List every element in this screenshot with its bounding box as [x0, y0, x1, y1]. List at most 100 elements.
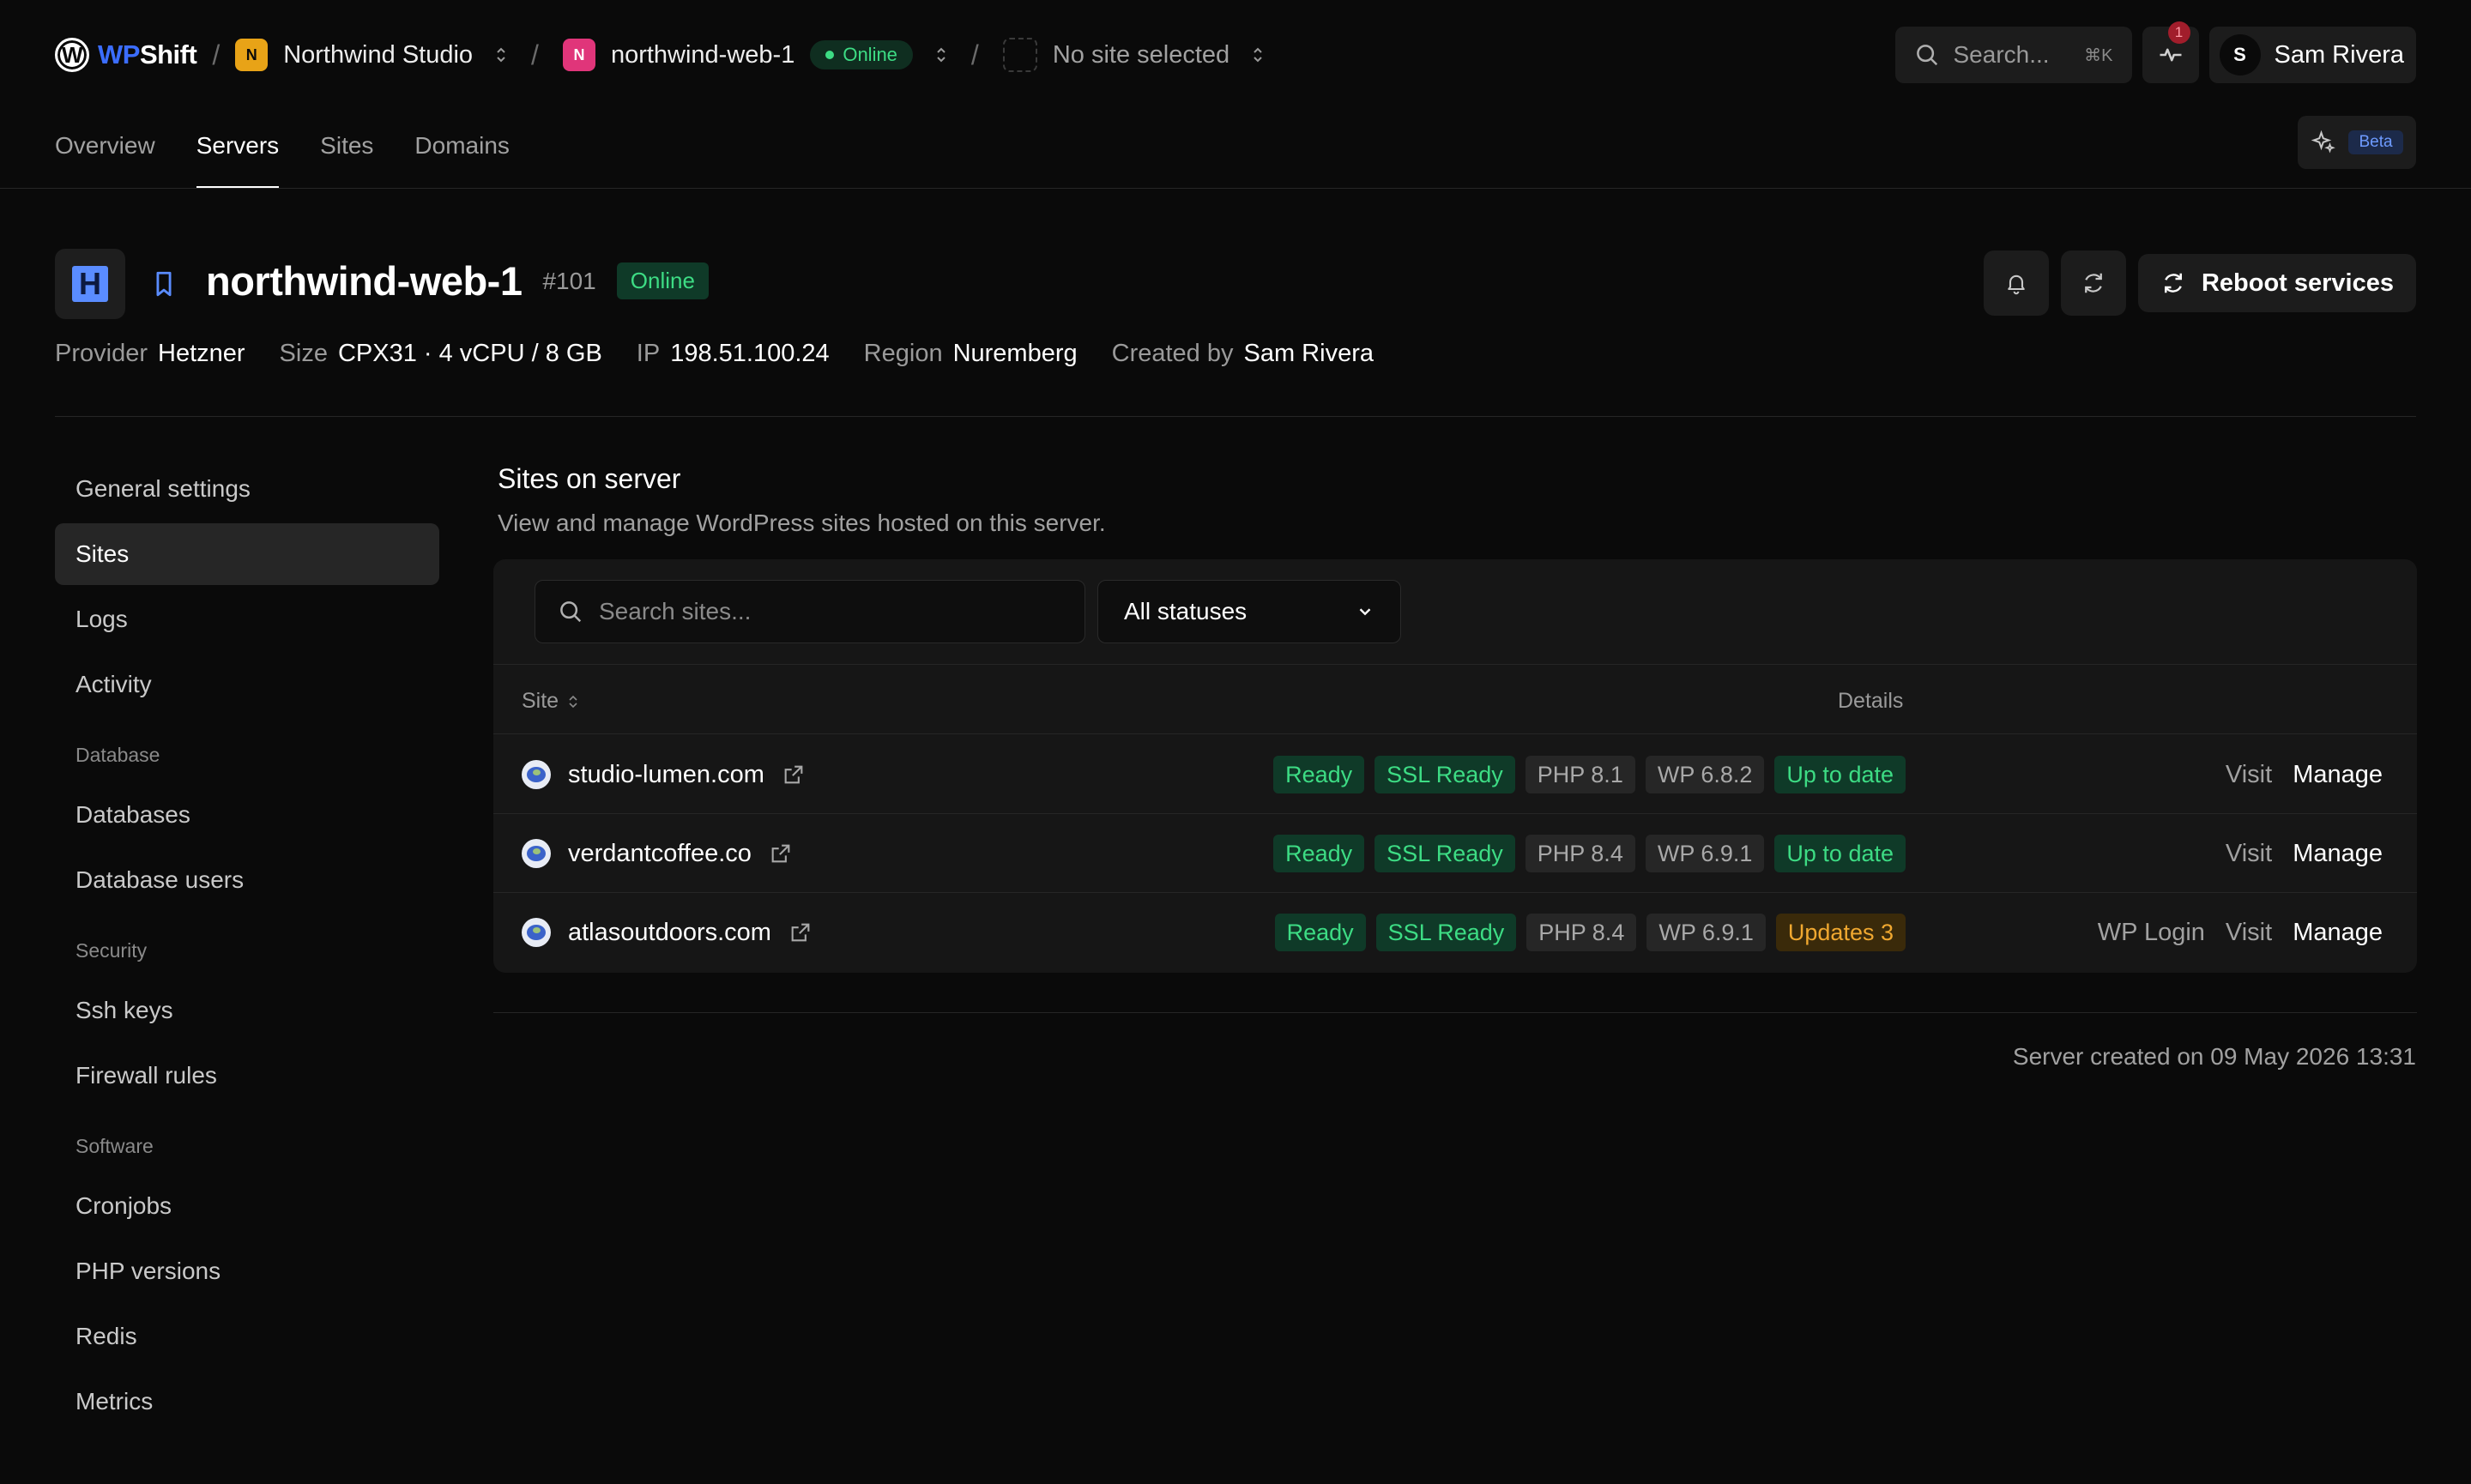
sites-search-box [535, 580, 1085, 643]
site-placeholder-icon [1002, 38, 1037, 72]
refresh-button[interactable] [2060, 250, 2126, 316]
activity-pulse-icon [2160, 48, 2181, 62]
brand-wp: WP [98, 39, 140, 69]
external-link-icon[interactable] [782, 763, 806, 787]
php-version-badge: PHP 8.1 [1525, 756, 1635, 793]
sidebar-item-cronjobs[interactable]: Cronjobs [55, 1175, 439, 1237]
meta-key: Created by [1111, 340, 1234, 367]
table-filters: All statuses [535, 580, 1401, 643]
sidebar-item-activity[interactable]: Activity [55, 654, 439, 715]
provider-logo: H [55, 249, 125, 319]
refresh-icon [2164, 273, 2182, 293]
sort-icon [569, 695, 577, 708]
section-description: View and manage WordPress sites hosted o… [498, 510, 1106, 536]
sidebar-item-database-users[interactable]: Database users [55, 849, 439, 911]
globe-icon [522, 918, 551, 947]
status-filter-value: All statuses [1124, 598, 1248, 624]
footer-divider [493, 1012, 2417, 1013]
app-logo[interactable]: W WPShift [55, 38, 197, 72]
meta-value: CPX31 · 4 vCPU / 8 GB [337, 340, 602, 367]
org-switcher[interactable]: N Northwind Studio [235, 39, 507, 71]
column-site-sort[interactable]: Site [522, 689, 579, 714]
tab-sites[interactable]: Sites [320, 110, 373, 189]
chevron-up-down-icon [495, 45, 507, 64]
sites-table-panel: All statuses Site Details studio-lumen.c… [493, 559, 2417, 973]
visit-link[interactable]: Visit [2226, 919, 2272, 947]
meta-key: Provider [55, 340, 148, 367]
ai-assistant-button[interactable]: Beta [2298, 116, 2416, 169]
external-link-icon[interactable] [788, 920, 813, 944]
global-search-button[interactable]: Search... ⌘K [1894, 27, 2132, 83]
meta-ip: IP 198.51.100.24 [637, 340, 830, 368]
server-actions: Reboot services [1983, 250, 2416, 316]
manage-link[interactable]: Manage [2293, 840, 2383, 868]
wordpress-logo-icon: W [55, 38, 89, 72]
php-version-badge: PHP 8.4 [1526, 914, 1637, 951]
site-cell: atlasoutdoors.com [522, 893, 813, 972]
sidebar-item-firewall-rules[interactable]: Firewall rules [55, 1045, 439, 1107]
wp-login-link[interactable]: WP Login [2098, 919, 2205, 947]
reboot-services-button[interactable]: Reboot services [2137, 254, 2416, 312]
tab-servers[interactable]: Servers [196, 110, 280, 189]
sidebar-item-redis[interactable]: Redis [55, 1306, 439, 1367]
breadcrumb-separator: / [970, 39, 979, 70]
meta-key: Region [863, 340, 943, 367]
activity-button[interactable]: 1 [2142, 21, 2199, 83]
meta-key: Size [279, 340, 328, 367]
sidebar-item-logs[interactable]: Logs [55, 588, 439, 650]
user-name: Sam Rivera [2274, 40, 2405, 69]
row-actions: Visit Manage [2226, 814, 2383, 893]
status-filter-select[interactable]: All statuses [1097, 580, 1401, 643]
updates-badge: Up to date [1774, 756, 1906, 793]
server-switcher[interactable]: N northwind-web-1 Online [562, 39, 947, 71]
table-row: verdantcoffee.co Ready SSL Ready PHP 8.4… [493, 814, 2417, 893]
column-details-label: Details [1838, 689, 1904, 713]
visit-link[interactable]: Visit [2226, 761, 2272, 789]
tab-overview[interactable]: Overview [55, 110, 155, 189]
meta-value: 198.51.100.24 [670, 340, 830, 367]
meta-value: Sam Rivera [1243, 340, 1374, 367]
table-row: studio-lumen.com Ready SSL Ready PHP 8.1… [493, 735, 2417, 814]
sidebar-item-ssh-keys[interactable]: Ssh keys [55, 980, 439, 1041]
notifications-button[interactable] [1983, 250, 2049, 316]
hetzner-logo-icon: H [72, 266, 108, 302]
sidebar-item-general-settings[interactable]: General settings [55, 458, 439, 520]
sidebar-item-sites[interactable]: Sites [55, 523, 439, 585]
site-switcher[interactable]: No site selected [1002, 38, 1264, 72]
site-domain-link[interactable]: studio-lumen.com [568, 761, 764, 789]
meta-key: IP [636, 340, 661, 367]
site-domain-link[interactable]: verdantcoffee.co [568, 840, 752, 868]
server-status-pill: Online [810, 40, 913, 69]
sidebar-item-databases[interactable]: Databases [55, 784, 439, 846]
tab-domains[interactable]: Domains [414, 110, 509, 189]
header-divider [55, 416, 2416, 417]
top-right-actions: Search... ⌘K 1 S Sam Rivera [1894, 21, 2416, 83]
meta-value: Hetzner [158, 340, 245, 367]
column-site-label: Site [522, 689, 559, 713]
page-title: northwind-web-1 [206, 258, 523, 304]
refresh-icon [2085, 273, 2102, 293]
brand-shift: Shift [139, 39, 197, 69]
manage-link[interactable]: Manage [2293, 919, 2383, 947]
org-name: Northwind Studio [283, 40, 474, 69]
main-tabs: Overview Servers Sites Domains [55, 110, 510, 189]
sidebar-section-software: Software [76, 1135, 154, 1157]
breadcrumb-separator: / [212, 39, 221, 70]
wp-version-badge: WP 6.8.2 [1645, 756, 1765, 793]
global-search-label: Search... [1953, 41, 2050, 68]
chevron-down-icon [1359, 608, 1371, 616]
status-badge: Online [616, 262, 709, 299]
visit-link[interactable]: Visit [2226, 840, 2272, 868]
org-avatar: N [235, 39, 269, 71]
globe-icon [522, 760, 551, 789]
external-link-icon[interactable] [769, 842, 793, 866]
sites-search-input[interactable] [599, 598, 1062, 625]
manage-link[interactable]: Manage [2293, 761, 2383, 789]
user-menu-button[interactable]: S Sam Rivera [2208, 27, 2416, 83]
updates-badge: Updates 3 [1775, 914, 1906, 951]
sidebar-item-php-versions[interactable]: PHP versions [55, 1240, 439, 1302]
bookmark-button[interactable] [149, 269, 178, 303]
sidebar-item-metrics[interactable]: Metrics [55, 1371, 439, 1433]
search-icon [560, 601, 582, 623]
site-domain-link[interactable]: atlasoutdoors.com [568, 919, 771, 947]
